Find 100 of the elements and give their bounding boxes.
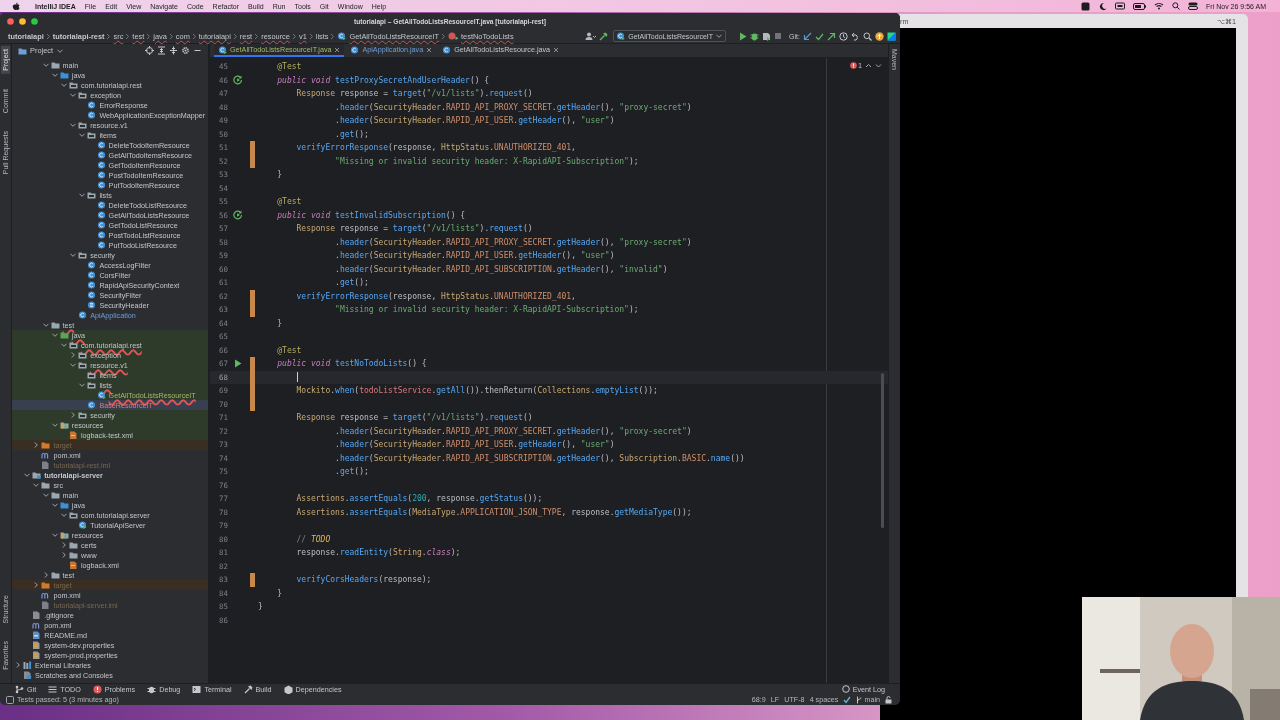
todo-icon xyxy=(48,684,58,694)
code-line: "Missing or invalid security header: X-RapidAPI-Subscription"); xyxy=(335,156,639,166)
code-line: .get(); xyxy=(335,278,369,288)
search-icon[interactable] xyxy=(1172,2,1181,10)
stop-icon[interactable] xyxy=(774,32,783,40)
display-icon[interactable] xyxy=(1115,2,1126,10)
change-marker[interactable] xyxy=(250,154,255,168)
class-icon xyxy=(87,261,97,269)
code-editor[interactable] xyxy=(210,58,888,683)
change-marker[interactable] xyxy=(250,303,255,317)
code-line: .header(SecurityHeader.RAPID_API_PROXY_SECRET.getHeader(), "proxy-secret") xyxy=(335,426,692,436)
panel-toggle-icon[interactable] xyxy=(6,695,14,704)
user-icon[interactable] xyxy=(585,32,597,40)
code-line: verifyErrorResponse(response, HttpStatus.UNAUTHORIZED_401, xyxy=(296,291,576,301)
coverage-icon[interactable] xyxy=(762,31,772,41)
code-line: verifyErrorResponse(response, HttpStatus.UNAUTHORIZED_401, xyxy=(296,143,576,153)
separator-icon xyxy=(232,32,238,40)
lock-icon[interactable] xyxy=(885,695,892,704)
code-line: .header(SecurityHeader.RAPID_API_PROXY_SECRET.getHeader(), "proxy-secret") xyxy=(335,237,692,247)
moon-icon[interactable] xyxy=(1098,1,1108,11)
update-arrow-icon[interactable] xyxy=(803,31,812,41)
debug-icon xyxy=(147,684,157,694)
package-icon xyxy=(78,121,88,129)
run-test-icon[interactable] xyxy=(234,359,242,369)
update-available-icon[interactable] xyxy=(875,31,884,41)
package-icon xyxy=(87,191,97,199)
close-icon[interactable] xyxy=(553,46,560,53)
scrollbar-thumb[interactable] xyxy=(881,373,884,528)
zoom-window-button[interactable] xyxy=(31,17,38,25)
package-icon xyxy=(78,91,88,99)
code-line: @Test xyxy=(277,345,302,355)
close-icon[interactable] xyxy=(426,46,433,53)
battery-icon[interactable] xyxy=(1133,2,1147,10)
class-icon xyxy=(87,101,97,109)
change-marker[interactable] xyxy=(250,573,255,587)
previous-problem-icon[interactable] xyxy=(865,62,872,69)
change-marker[interactable] xyxy=(250,141,255,155)
app-badge-icon[interactable] xyxy=(1081,1,1091,11)
terminal-icon xyxy=(192,684,202,694)
separator-icon xyxy=(45,32,51,40)
rollback-icon[interactable] xyxy=(851,31,860,41)
method-icon xyxy=(448,32,460,40)
class-icon xyxy=(87,271,97,279)
history-icon[interactable] xyxy=(839,31,848,41)
change-marker[interactable] xyxy=(250,397,255,411)
collapse-all-icon[interactable] xyxy=(169,46,178,55)
change-marker[interactable] xyxy=(250,357,255,371)
vcs-check-icon[interactable] xyxy=(843,695,852,704)
push-arrow-icon[interactable] xyxy=(827,31,836,41)
close-icon[interactable] xyxy=(334,46,341,53)
code-line: "Missing or invalid security header: X-RapidAPI-Subscription"); xyxy=(335,305,639,315)
settings-icon[interactable] xyxy=(181,46,190,55)
debug-icon[interactable] xyxy=(750,31,760,41)
locate-icon[interactable] xyxy=(145,46,154,55)
separator-icon xyxy=(254,32,260,40)
class-icon xyxy=(96,181,106,189)
run-icon[interactable] xyxy=(739,31,748,41)
code-line: .get(); xyxy=(335,129,369,139)
package-icon xyxy=(78,361,88,369)
search-icon[interactable] xyxy=(863,31,872,41)
separator-icon xyxy=(106,32,112,40)
code-line: } xyxy=(258,602,263,612)
package-icon xyxy=(78,251,88,259)
code-line: .header(SecurityHeader.RAPID_API_SUBSCRIPTION.getHeader(), Subscription.BASIC.name()) xyxy=(335,453,745,463)
next-problem-icon[interactable] xyxy=(875,62,882,69)
close-window-button[interactable] xyxy=(7,17,14,25)
code-line: } xyxy=(277,588,283,598)
apple-icon[interactable] xyxy=(12,1,20,11)
text-cursor xyxy=(296,372,298,383)
code-line: Response response = target("/v1/lists").request() xyxy=(296,413,533,423)
expand-all-icon[interactable] xyxy=(157,46,166,55)
wifi-icon[interactable] xyxy=(1154,2,1165,10)
package-icon xyxy=(78,411,88,419)
build-icon xyxy=(243,684,253,694)
rerun-test-icon[interactable] xyxy=(233,75,243,86)
properties-file-icon xyxy=(32,641,42,649)
git-icon xyxy=(15,684,24,694)
minimize-window-button[interactable] xyxy=(19,17,26,25)
package-icon xyxy=(69,511,78,519)
separator-icon xyxy=(291,32,297,40)
code-line: .get(); xyxy=(335,467,369,477)
code-line: } xyxy=(277,170,283,180)
rerun-test-icon[interactable] xyxy=(233,210,243,221)
hammer-icon[interactable] xyxy=(599,31,609,41)
code-line: .header(SecurityHeader.RAPID_API_USER.getHeader(), "user") xyxy=(335,251,615,261)
class-icon xyxy=(442,45,452,54)
code-line: .header(SecurityHeader.RAPID_API_SUBSCRIPTION.getHeader(), "invalid") xyxy=(335,264,668,274)
code-line: @Test xyxy=(277,62,302,72)
package-icon xyxy=(87,131,97,139)
separator-icon xyxy=(146,32,152,40)
change-marker[interactable] xyxy=(250,289,255,303)
control-center-icon[interactable] xyxy=(1188,2,1199,10)
commit-check-icon[interactable] xyxy=(815,31,824,41)
xml-file-icon xyxy=(69,561,78,569)
class-icon xyxy=(96,211,106,219)
class-icon xyxy=(96,161,106,169)
class-icon xyxy=(96,141,106,149)
class-icon xyxy=(87,401,97,409)
markdown-file-icon xyxy=(32,631,42,639)
toolbox-icon[interactable] xyxy=(887,31,896,41)
